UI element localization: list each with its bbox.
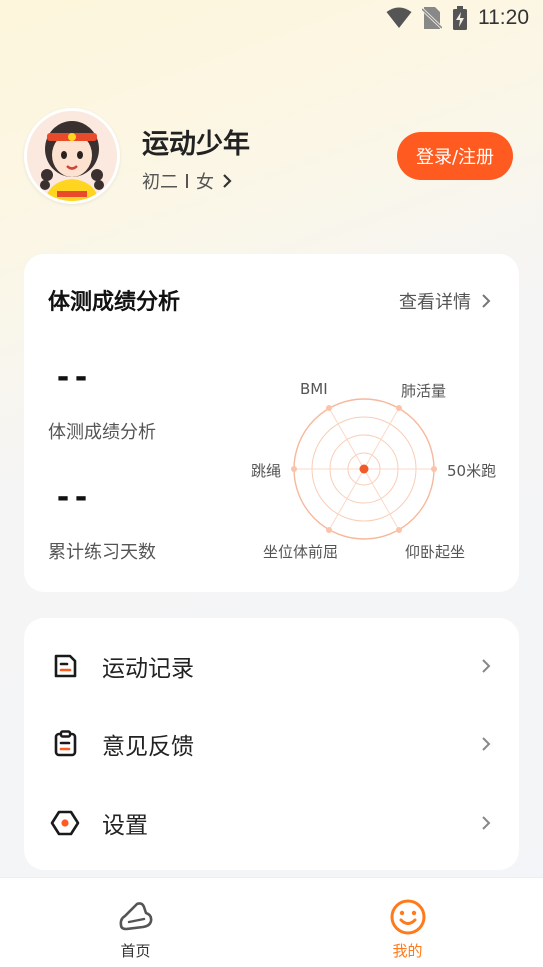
avatar[interactable]	[24, 108, 120, 204]
shoe-icon	[119, 902, 152, 931]
wifi-icon	[386, 7, 412, 28]
username: 运动少年	[142, 129, 250, 160]
menu-item-settings[interactable]: 设置	[24, 784, 519, 862]
settings-icon	[50, 810, 80, 836]
tab-label-home: 首页	[120, 942, 151, 960]
fitness-analysis-card: 体测成绩分析 查看详情 -- 体测成绩分析 -- 累计练习天数 BMI 肺活量 …	[24, 254, 519, 592]
test-score-label: 体测成绩分析	[48, 422, 156, 443]
status-bar: 11:20	[0, 0, 543, 38]
feedback-icon	[54, 730, 77, 757]
radar-label-50m-run: 50米跑	[447, 462, 497, 480]
radar-label-bmi: BMI	[300, 380, 328, 398]
practice-days-label: 累计练习天数	[48, 542, 156, 563]
menu-label: 运动记录	[102, 656, 194, 682]
meta-separator	[186, 174, 188, 188]
record-icon	[54, 654, 77, 678]
grade-text: 初二	[142, 172, 178, 193]
test-score-value: --	[54, 360, 91, 395]
bottom-tab-bar: 首页 我的	[0, 877, 543, 967]
smile-icon	[390, 899, 425, 935]
radar-chart: BMI 肺活量 50米跑 仰卧起坐 坐位体前屈 跳绳	[244, 374, 519, 574]
radar-label-situps: 仰卧起坐	[405, 543, 466, 561]
user-meta[interactable]: 初二 女	[142, 168, 232, 194]
menu-item-feedback[interactable]: 意见反馈	[24, 705, 519, 783]
menu-label: 设置	[102, 813, 148, 839]
no-sim-icon	[422, 7, 442, 30]
view-details-link[interactable]: 查看详情	[399, 288, 491, 314]
tab-mine[interactable]: 我的	[272, 878, 543, 967]
radar-label-jump-rope: 跳绳	[251, 462, 282, 480]
gender-text: 女	[196, 172, 214, 193]
menu-label: 意见反馈	[102, 734, 194, 760]
chevron-right-icon	[223, 174, 232, 188]
view-details-label: 查看详情	[399, 292, 471, 313]
chevron-right-icon	[482, 816, 491, 830]
menu-item-exercise-record[interactable]: 运动记录	[24, 627, 519, 705]
radar-label-sit-and-reach: 坐位体前屈	[263, 543, 339, 561]
radar-center-point	[359, 464, 369, 474]
battery-charging-icon	[453, 6, 467, 30]
tab-label-mine: 我的	[392, 942, 423, 960]
radar-label-lung-capacity: 肺活量	[401, 382, 447, 400]
status-time: 11:20	[478, 6, 529, 29]
profile-header: 运动少年 初二 女 登录/注册	[24, 108, 519, 208]
tab-home[interactable]: 首页	[0, 878, 271, 967]
chevron-right-icon	[482, 737, 491, 751]
chevron-right-icon	[482, 659, 491, 673]
login-register-button[interactable]: 登录/注册	[397, 132, 513, 180]
menu-card: 运动记录 意见反馈 设置	[24, 618, 519, 870]
chevron-right-icon	[482, 294, 491, 308]
avatar-illustration	[27, 111, 117, 201]
card-title: 体测成绩分析	[48, 290, 181, 315]
status-icons: 11:20	[386, 6, 529, 30]
practice-days-value: --	[54, 480, 91, 515]
